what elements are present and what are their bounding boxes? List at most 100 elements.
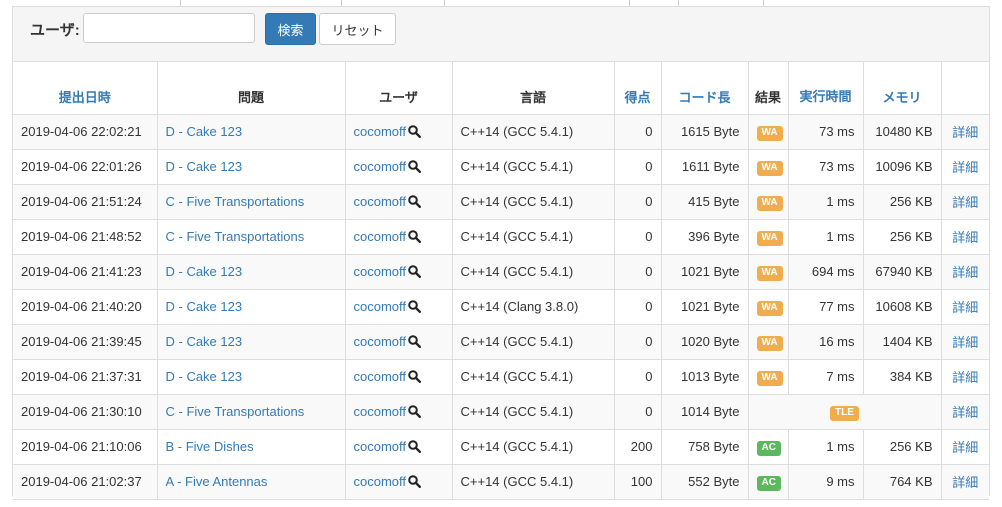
- score-cell: 0: [613, 253, 662, 290]
- search-icon[interactable]: [408, 405, 422, 418]
- user-cell: cocomoff: [344, 218, 453, 255]
- memory-cell: 256 KB: [862, 218, 942, 255]
- problem-link[interactable]: C - Five Transportations: [156, 393, 346, 430]
- exec-time-cell: 73 ms: [787, 148, 864, 185]
- search-icon[interactable]: [408, 125, 422, 138]
- header-memory[interactable]: メモリ: [862, 62, 942, 115]
- submission-time: 2019-04-06 21:48:52: [13, 218, 158, 255]
- reset-button[interactable]: リセット: [319, 13, 396, 45]
- problem-link[interactable]: C - Five Transportations: [156, 183, 346, 220]
- user-link[interactable]: cocomoff: [354, 439, 407, 454]
- user-link[interactable]: cocomoff: [354, 124, 407, 139]
- submissions-body: 2019-04-06 22:02:21 D - Cake 123 cocomof…: [13, 113, 989, 500]
- problem-link[interactable]: D - Cake 123: [156, 253, 346, 290]
- detail-link[interactable]: 詳細: [940, 323, 989, 360]
- code-length-cell: 1013 Byte: [660, 358, 749, 395]
- table-row: 2019-04-06 21:41:23 D - Cake 123 cocomof…: [13, 253, 989, 290]
- score-cell: 0: [613, 113, 662, 150]
- detail-link[interactable]: 詳細: [940, 183, 989, 220]
- detail-link[interactable]: 詳細: [940, 113, 989, 150]
- memory-cell: 256 KB: [862, 183, 942, 220]
- search-icon[interactable]: [408, 475, 422, 488]
- search-icon[interactable]: [408, 300, 422, 313]
- user-link[interactable]: cocomoff: [354, 194, 407, 209]
- problem-link[interactable]: D - Cake 123: [156, 113, 346, 150]
- submission-time: 2019-04-06 21:37:31: [13, 358, 158, 395]
- user-link[interactable]: cocomoff: [354, 334, 407, 349]
- code-length-cell: 1021 Byte: [660, 253, 749, 290]
- status-badge: AC: [756, 475, 781, 491]
- detail-link[interactable]: 詳細: [940, 148, 989, 185]
- result-cell: WA: [747, 323, 789, 360]
- language-cell: C++14 (GCC 5.4.1): [451, 113, 615, 150]
- submission-time: 2019-04-06 22:01:26: [13, 148, 158, 185]
- submission-time: 2019-04-06 21:41:23: [13, 253, 158, 290]
- exec-time-cell: 9 ms: [787, 463, 864, 500]
- memory-cell: 256 KB: [862, 428, 942, 465]
- filter-bar: ユーザ: 検索 リセット: [13, 7, 989, 62]
- language-cell: C++14 (GCC 5.4.1): [451, 253, 615, 290]
- user-link[interactable]: cocomoff: [354, 369, 407, 384]
- exec-time-cell: 1 ms: [787, 183, 864, 220]
- header-code-length[interactable]: コード長: [660, 62, 749, 115]
- header-score[interactable]: 得点: [613, 62, 662, 115]
- score-cell: 0: [613, 288, 662, 325]
- language-cell: C++14 (GCC 5.4.1): [451, 183, 615, 220]
- status-badge: WA: [756, 300, 783, 316]
- score-cell: 0: [613, 218, 662, 255]
- problem-link[interactable]: B - Five Dishes: [156, 428, 346, 465]
- result-cell: WA: [747, 113, 789, 150]
- submission-time: 2019-04-06 21:39:45: [13, 323, 158, 360]
- exec-time-cell: 73 ms: [787, 113, 864, 150]
- memory-cell: 10608 KB: [862, 288, 942, 325]
- search-icon[interactable]: [408, 195, 422, 208]
- submission-time: 2019-04-06 22:02:21: [13, 113, 158, 150]
- problem-link[interactable]: D - Cake 123: [156, 323, 346, 360]
- header-submitted-at[interactable]: 提出日時: [13, 62, 158, 115]
- problem-link[interactable]: D - Cake 123: [156, 358, 346, 395]
- submission-time: 2019-04-06 21:40:20: [13, 288, 158, 325]
- detail-link[interactable]: 詳細: [940, 358, 989, 395]
- user-link[interactable]: cocomoff: [354, 474, 407, 489]
- user-link[interactable]: cocomoff: [354, 159, 407, 174]
- detail-link[interactable]: 詳細: [940, 288, 989, 325]
- language-cell: C++14 (GCC 5.4.1): [451, 218, 615, 255]
- status-badge: WA: [756, 265, 783, 281]
- user-filter-input[interactable]: [83, 13, 255, 43]
- user-link[interactable]: cocomoff: [354, 404, 407, 419]
- header-problem: 問題: [156, 62, 346, 115]
- exec-time-cell: 1 ms: [787, 218, 864, 255]
- detail-link[interactable]: 詳細: [940, 428, 989, 465]
- detail-link[interactable]: 詳細: [940, 253, 989, 290]
- user-filter-label: ユーザ:: [30, 22, 80, 39]
- search-icon[interactable]: [408, 230, 422, 243]
- table-header-row: 提出日時 問題 ユーザ 言語 得点 コード長 結果 実行時間 メモリ: [13, 62, 989, 115]
- table-row: 2019-04-06 21:10:06 B - Five Dishes coco…: [13, 428, 989, 465]
- search-icon[interactable]: [408, 335, 422, 348]
- code-length-cell: 758 Byte: [660, 428, 749, 465]
- detail-link[interactable]: 詳細: [940, 218, 989, 255]
- detail-link[interactable]: 詳細: [940, 463, 989, 500]
- header-language: 言語: [451, 62, 615, 115]
- search-icon[interactable]: [408, 440, 422, 453]
- result-cell: AC: [747, 428, 789, 465]
- problem-link[interactable]: A - Five Antennas: [156, 463, 346, 500]
- user-link[interactable]: cocomoff: [354, 299, 407, 314]
- search-icon[interactable]: [408, 160, 422, 173]
- language-cell: C++14 (GCC 5.4.1): [451, 393, 615, 430]
- user-link[interactable]: cocomoff: [354, 229, 407, 244]
- problem-link[interactable]: C - Five Transportations: [156, 218, 346, 255]
- result-cell: WA: [747, 288, 789, 325]
- search-icon[interactable]: [408, 265, 422, 278]
- problem-link[interactable]: D - Cake 123: [156, 148, 346, 185]
- header-exec-time[interactable]: 実行時間: [787, 62, 864, 115]
- result-cell: TLE: [747, 393, 942, 430]
- user-link[interactable]: cocomoff: [354, 264, 407, 279]
- detail-link[interactable]: 詳細: [940, 393, 989, 430]
- status-badge: WA: [756, 370, 783, 386]
- result-cell: WA: [747, 148, 789, 185]
- search-button[interactable]: 検索: [265, 13, 316, 45]
- search-icon[interactable]: [408, 370, 422, 383]
- submissions-panel: ユーザ: 検索 リセット 提出日時 問題 ユーザ 言語 得点 コード長 結果 実…: [12, 6, 990, 500]
- problem-link[interactable]: D - Cake 123: [156, 288, 346, 325]
